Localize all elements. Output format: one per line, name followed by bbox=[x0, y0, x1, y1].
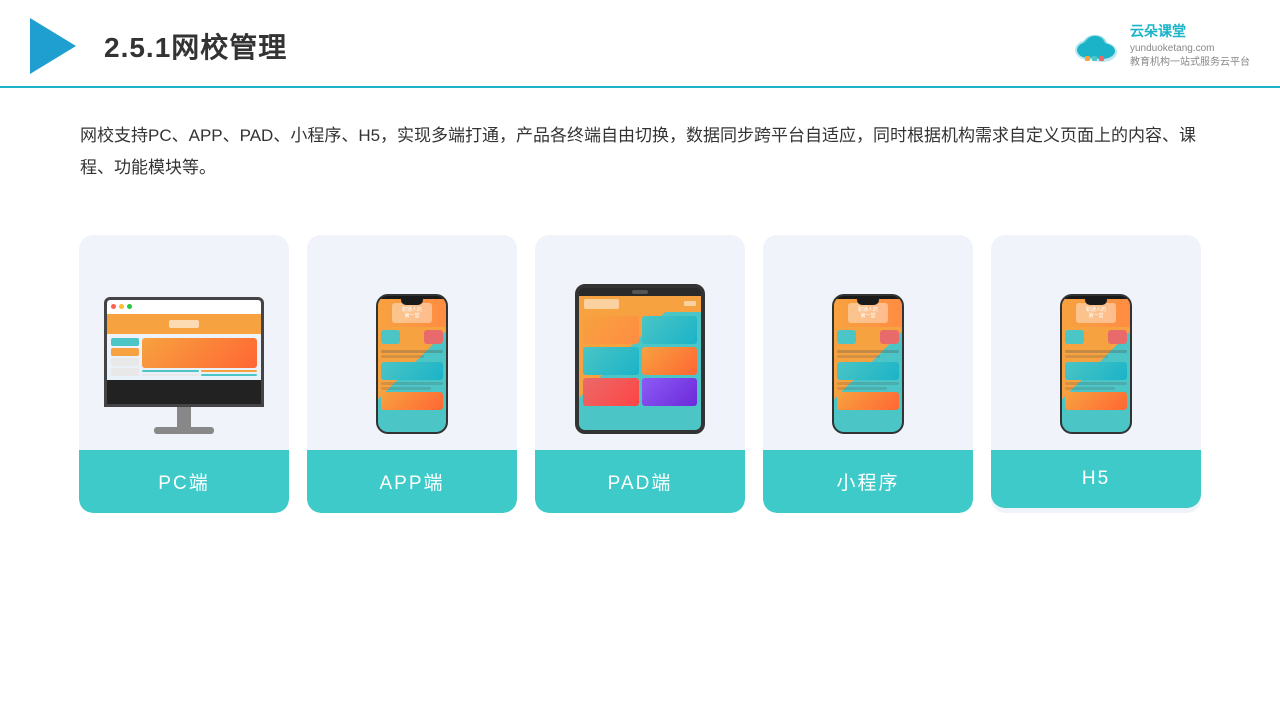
logo-triangle-icon bbox=[30, 18, 76, 74]
brand-logo: 云朵课堂 yunduoketang.com 教育机构一站式服务云平台 bbox=[1068, 22, 1250, 70]
page-header: 2.5.1网校管理 云朵课堂 yunduoketang.com 教育机构一站式服… bbox=[0, 0, 1280, 88]
pc-card: PC端 bbox=[79, 235, 289, 513]
h5-phone-illustration: 职通人的第一堂 bbox=[1060, 294, 1132, 434]
brand-name: 云朵课堂 bbox=[1130, 22, 1250, 42]
app-phone-illustration: 职通人的第一堂 bbox=[376, 294, 448, 434]
pad-label: PAD端 bbox=[535, 450, 745, 513]
page-title: 2.5.1网校管理 bbox=[104, 26, 287, 66]
h5-label: H5 bbox=[991, 450, 1201, 508]
pc-image bbox=[93, 259, 275, 434]
pc-monitor-illustration bbox=[104, 297, 264, 434]
app-label: APP端 bbox=[307, 450, 517, 513]
app-card: 职通人的第一堂 bbox=[307, 235, 517, 513]
header-left: 2.5.1网校管理 bbox=[30, 18, 287, 74]
header-right: 云朵课堂 yunduoketang.com 教育机构一站式服务云平台 bbox=[1068, 22, 1250, 70]
mini-label: 小程序 bbox=[763, 450, 973, 513]
mini-image: 职通人的第一堂 bbox=[777, 259, 959, 434]
mini-card: 职通人的第一堂 bbox=[763, 235, 973, 513]
app-image: 职通人的第一堂 bbox=[321, 259, 503, 434]
pad-card: PAD端 bbox=[535, 235, 745, 513]
h5-card: 职通人的第一堂 bbox=[991, 235, 1201, 513]
brand-domain: yunduoketang.com bbox=[1130, 42, 1250, 56]
mini-phone-illustration: 职通人的第一堂 bbox=[832, 294, 904, 434]
brand-tagline: 教育机构一站式服务云平台 bbox=[1130, 56, 1250, 70]
pad-tablet-illustration bbox=[575, 284, 705, 434]
h5-image: 职通人的第一堂 bbox=[1005, 259, 1187, 434]
cloud-icon bbox=[1068, 28, 1122, 64]
pad-image bbox=[549, 259, 731, 434]
brand-text: 云朵课堂 yunduoketang.com 教育机构一站式服务云平台 bbox=[1130, 22, 1250, 70]
device-cards-section: PC端 职通人的第一堂 bbox=[0, 215, 1280, 533]
description-text: 网校支持PC、APP、PAD、小程序、H5，实现多端打通，产品各终端自由切换，数… bbox=[0, 88, 1280, 205]
pc-label: PC端 bbox=[79, 450, 289, 513]
